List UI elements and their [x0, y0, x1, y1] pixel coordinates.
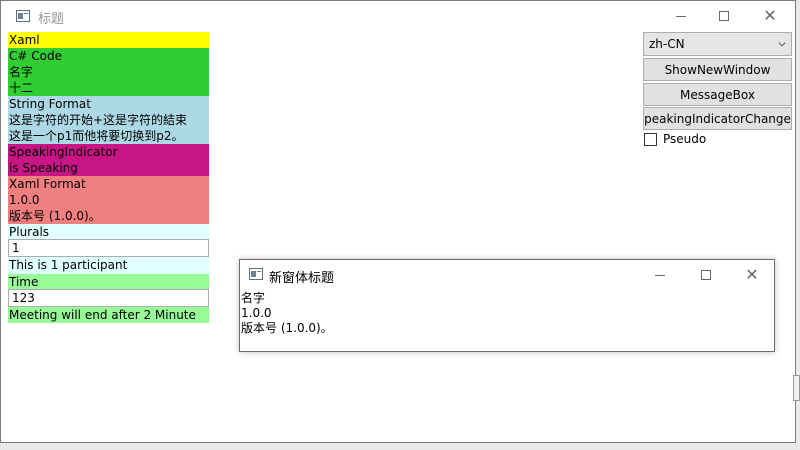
close-icon: ✕ [745, 265, 759, 284]
new-window-content: 名字 1.0.0 版本号 (1.0.0)。 [241, 291, 333, 336]
plurals-input[interactable]: 1 [8, 239, 209, 257]
main-window: 标题 ✕ Xaml C# Code 名字 十二 String Format 这是… [0, 0, 796, 443]
show-new-window-button[interactable]: ShowNewWindow [643, 58, 792, 81]
plurals-label: Plurals [9, 225, 50, 239]
title-bar[interactable]: 标题 ✕ [1, 1, 795, 31]
maximize-icon [719, 11, 729, 21]
string-format-line2: 这是一个p1而他将要切换到p2。 [9, 129, 184, 143]
maximize-icon [701, 270, 711, 280]
time-label-row: Time [8, 274, 209, 290]
new-window: 新窗体标题 ✕ 名字 1.0.0 版本号 (1.0.0)。 [239, 259, 775, 352]
string-format-block: String Format 这是字符的开始+这是字符的結束 这是一个p1而他将要… [8, 96, 209, 144]
checkbox-box[interactable] [644, 132, 657, 146]
xaml-format-block: Xaml Format 1.0.0 版本号 (1.0.0)。 [8, 176, 209, 224]
new-window-title: 新窗体标题 [269, 271, 335, 286]
xaml-format-label: Xaml Format [9, 177, 86, 191]
xaml-format-version-text: 版本号 (1.0.0)。 [9, 209, 101, 223]
new-window-version-text: 版本号 (1.0.0)。 [241, 321, 333, 335]
plurals-label-row: Plurals [8, 224, 209, 240]
string-format-label: String Format [9, 97, 91, 111]
xaml-block: Xaml [8, 32, 209, 48]
minimize-icon [655, 274, 665, 276]
chevron-down-icon [778, 39, 786, 47]
new-window-name-text: 名字 [241, 291, 266, 305]
background-window-edge [793, 375, 800, 401]
time-result-row: Meeting will end after 2 Minute [8, 307, 209, 323]
minimize-button[interactable] [658, 1, 704, 31]
csharp-number-text: 十二 [9, 81, 34, 95]
window-title: 标题 [38, 12, 65, 27]
maximize-button[interactable] [701, 1, 747, 31]
pseudo-checkbox-label: Pseudo [663, 132, 707, 146]
time-result-text: Meeting will end after 2 Minute [9, 308, 196, 322]
app-window-icon [16, 10, 30, 22]
new-window-version: 1.0.0 [241, 306, 272, 320]
new-window-maximize-button[interactable] [683, 260, 729, 290]
message-box-button[interactable]: MessageBox [643, 83, 792, 106]
csharp-name-text: 名字 [9, 65, 34, 79]
xaml-format-version: 1.0.0 [9, 193, 40, 207]
speaking-indicator-block: SpeakingIndicator is Speaking [8, 144, 209, 176]
new-window-title-bar[interactable]: 新窗体标题 ✕ [240, 260, 774, 290]
time-input[interactable]: 123 [8, 289, 209, 307]
plurals-result-text: This is 1 participant [9, 258, 128, 272]
close-icon: ✕ [763, 6, 777, 25]
new-window-app-icon [249, 268, 263, 280]
csharp-block: C# Code 名字 十二 [8, 48, 209, 96]
speaking-indicator-changed-button[interactable]: SpeakingIndicatorChanged [643, 107, 792, 130]
string-format-line1: 这是字符的开始+这是字符的結束 [9, 113, 188, 127]
csharp-label: C# Code [9, 49, 62, 63]
language-select-value: zh-CN [649, 37, 685, 51]
new-window-minimize-button[interactable] [637, 260, 683, 290]
speaking-indicator-label: SpeakingIndicator [9, 145, 118, 159]
speaking-status-text: is Speaking [9, 161, 78, 175]
time-label: Time [9, 275, 39, 289]
xaml-label: Xaml [9, 33, 40, 47]
minimize-icon [676, 15, 686, 17]
plurals-result-row: This is 1 participant [8, 257, 209, 274]
pseudo-checkbox[interactable]: Pseudo [644, 132, 706, 146]
language-select[interactable]: zh-CN [643, 32, 792, 56]
new-window-close-button[interactable]: ✕ [729, 260, 775, 290]
close-button[interactable]: ✕ [747, 1, 793, 31]
